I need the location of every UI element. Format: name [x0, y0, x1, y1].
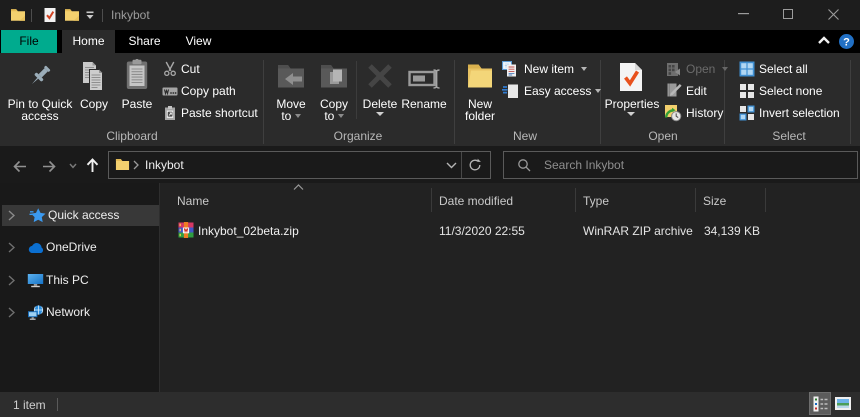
svg-text:?: ?	[843, 36, 850, 48]
